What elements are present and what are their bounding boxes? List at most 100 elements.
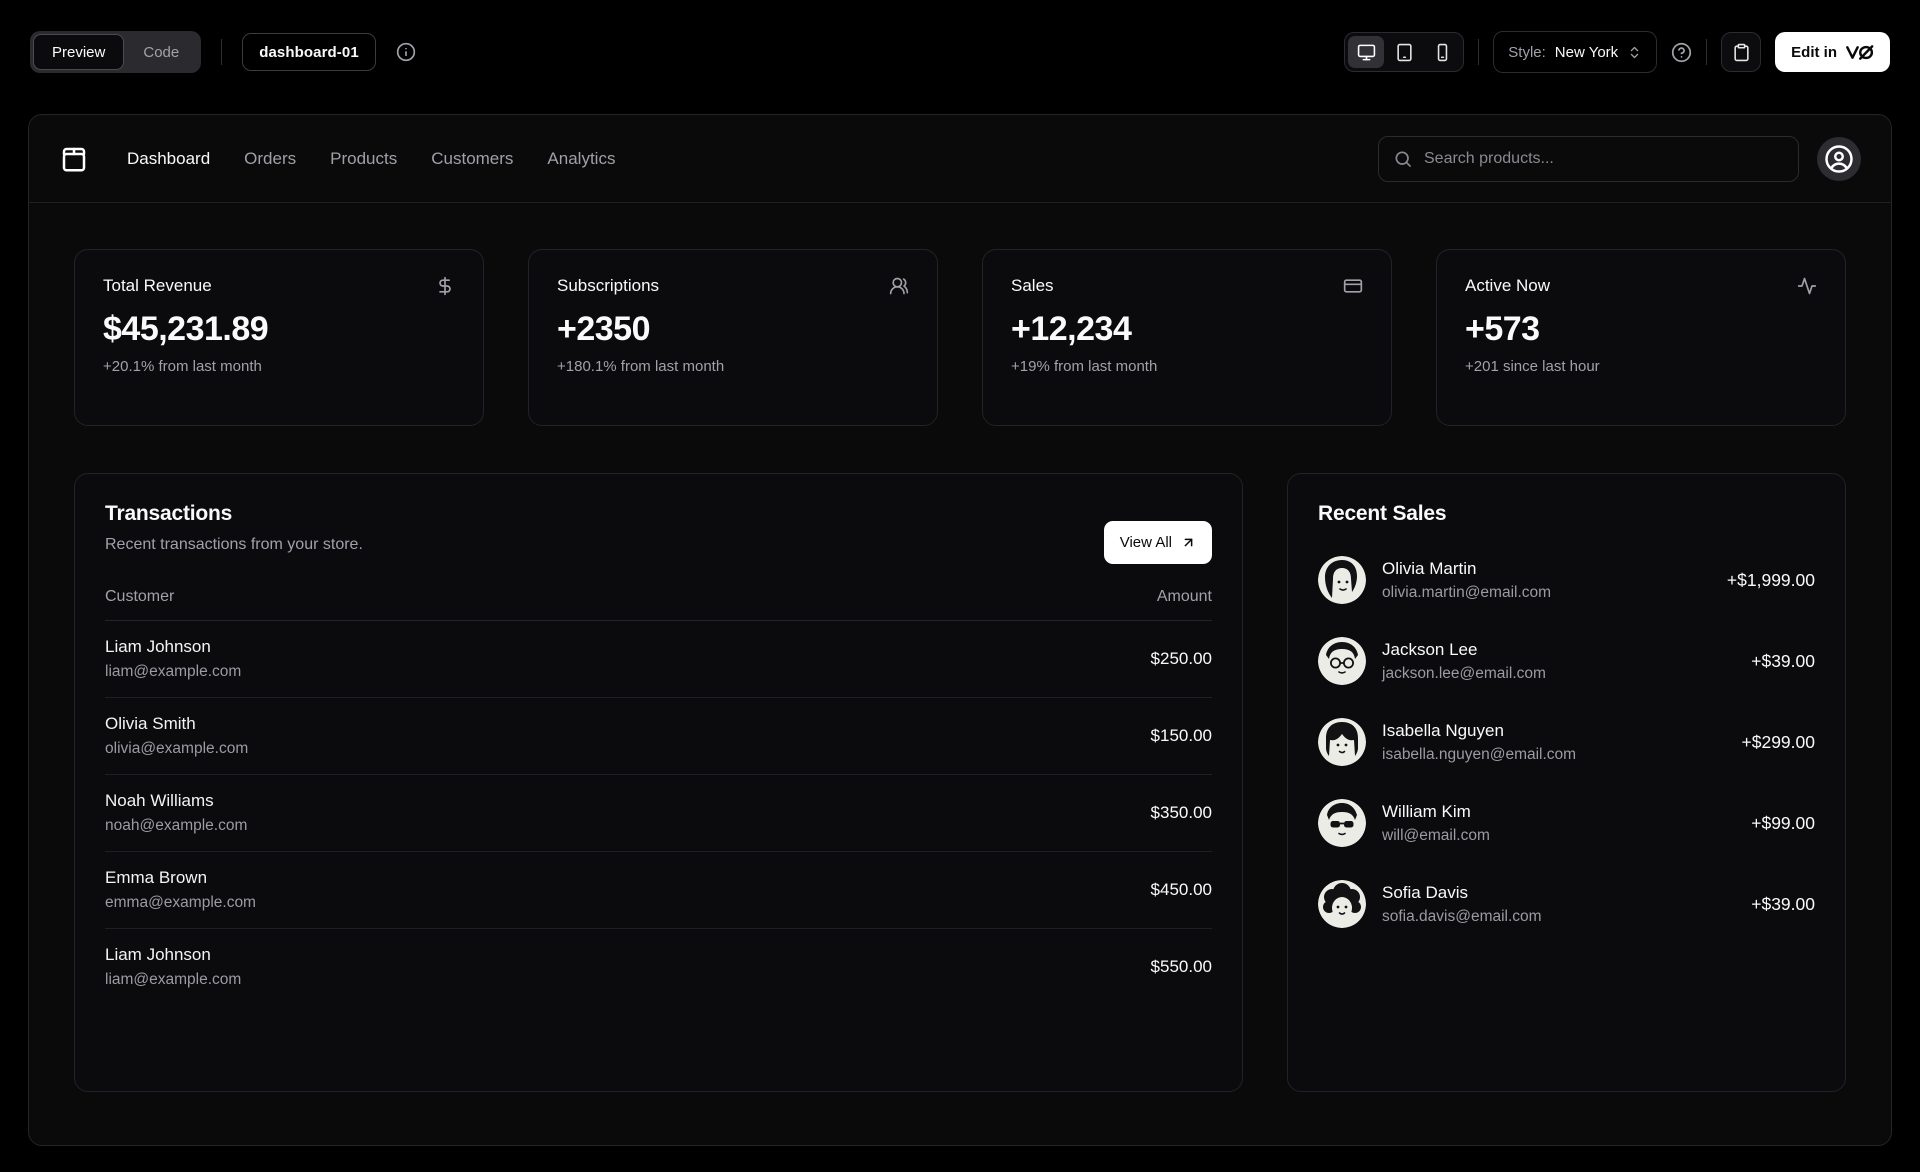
customer-email: emma@example.com [105, 894, 256, 911]
arrow-up-right-icon [1184, 538, 1193, 547]
nav-link-products[interactable]: Products [330, 149, 397, 169]
toolbar-right: Style: New York Edit in [1344, 31, 1890, 73]
stat-value: +12,234 [1011, 310, 1132, 348]
nav-link-customers[interactable]: Customers [431, 149, 513, 169]
transactions-card: Transactions Recent transactions from yo… [74, 473, 1243, 1092]
transactions-title: Transactions [105, 502, 233, 525]
stat-card-sales: Sales +12,234 +19% from last month [982, 249, 1392, 426]
table-header: Customer Amount [105, 588, 1212, 621]
tab-code[interactable]: Code [124, 34, 198, 70]
list-item: Isabella Nguyen isabella.nguyen@email.co… [1318, 718, 1815, 766]
transaction-amount: $250.00 [1150, 649, 1212, 668]
stat-title: Sales [1011, 276, 1054, 295]
search-input[interactable] [1424, 149, 1784, 168]
sale-amount: +$299.00 [1741, 731, 1815, 752]
view-mode-tabs: Preview Code [30, 31, 202, 73]
toolbar-separator [1478, 39, 1480, 65]
stat-title: Total Revenue [103, 276, 212, 295]
block-preview-frame: Dashboard Orders Products Customers Anal… [28, 114, 1892, 1146]
sale-name: William Kim [1382, 801, 1471, 821]
dashboard-content: Total Revenue $45,231.89 +20.1% from las… [29, 203, 1891, 1092]
customer-name: Emma Brown [105, 868, 208, 887]
copy-code-button[interactable] [1721, 32, 1762, 72]
avatar [1318, 637, 1366, 685]
search-icon [1395, 151, 1411, 167]
view-all-label: View All [1119, 534, 1172, 551]
desktop-view-button[interactable] [1348, 36, 1385, 68]
nav-link-orders[interactable]: Orders [244, 149, 296, 169]
sale-name: Sofia Davis [1382, 882, 1468, 902]
edit-in-v0-button[interactable]: Edit in [1775, 32, 1890, 72]
customer-name: Noah Williams [105, 791, 214, 810]
search-box [1378, 135, 1799, 182]
info-icon[interactable] [396, 42, 416, 62]
view-all-button[interactable]: View All [1103, 521, 1212, 564]
style-label: Style: [1508, 43, 1546, 61]
device-size-toggle [1344, 32, 1465, 72]
sale-amount: +$39.00 [1751, 893, 1815, 914]
style-select[interactable]: Style: New York [1493, 31, 1658, 73]
customer-name: Liam Johnson [105, 637, 211, 656]
v0-logo-icon [1845, 44, 1874, 60]
list-item: William Kim will@email.com +$99.00 [1318, 799, 1815, 847]
sale-name: Jackson Lee [1382, 639, 1478, 659]
stat-change: +20.1% from last month [103, 358, 262, 375]
stat-title: Subscriptions [557, 276, 660, 295]
transaction-amount: $350.00 [1150, 803, 1212, 822]
stat-change: +180.1% from last month [557, 358, 725, 375]
sale-amount: +$99.00 [1751, 812, 1815, 833]
tablet-view-button[interactable] [1386, 36, 1422, 68]
nav-link-analytics[interactable]: Analytics [547, 149, 615, 169]
stat-change: +19% from last month [1011, 358, 1158, 375]
sale-email: sofia.davis@email.com [1382, 907, 1542, 925]
column-amount: Amount [1156, 588, 1212, 605]
stat-value: $45,231.89 [103, 310, 269, 348]
sale-name: Olivia Martin [1382, 558, 1477, 578]
customer-email: liam@example.com [105, 663, 242, 680]
clipboard-icon [1734, 43, 1749, 61]
help-circle-icon[interactable] [1671, 42, 1692, 63]
stat-title: Active Now [1465, 276, 1551, 295]
main-nav: Dashboard Orders Products Customers Anal… [127, 149, 615, 169]
activity-icon [1797, 276, 1817, 296]
column-customer: Customer [105, 588, 175, 605]
table-row: Emma Brown emma@example.com $450.00 [105, 851, 1212, 928]
transaction-amount: $550.00 [1150, 957, 1212, 976]
toolbar-separator [1706, 39, 1708, 65]
user-circle-icon [1825, 144, 1853, 173]
smartphone-icon [1437, 43, 1448, 61]
sale-email: olivia.martin@email.com [1382, 583, 1552, 601]
tablet-icon [1397, 43, 1412, 61]
avatar [1318, 799, 1366, 847]
stat-value: +2350 [557, 310, 651, 348]
recent-sales-title: Recent Sales [1318, 502, 1447, 525]
viewer-toolbar: Preview Code dashboard-01 Style: New Yor… [30, 30, 1890, 74]
avatar [1318, 880, 1366, 928]
customer-email: noah@example.com [105, 817, 248, 834]
avatar [1318, 718, 1366, 766]
nav-link-dashboard[interactable]: Dashboard [127, 149, 210, 169]
sale-amount: +$39.00 [1751, 650, 1815, 671]
customer-email: olivia@example.com [105, 740, 249, 757]
transaction-amount: $450.00 [1150, 880, 1212, 899]
list-item: Sofia Davis sofia.davis@email.com +$39.0… [1318, 880, 1815, 928]
sales-list: Olivia Martin olivia.martin@email.com +$… [1318, 556, 1815, 928]
edit-in-label: Edit in [1791, 43, 1837, 61]
user-menu-button[interactable] [1817, 136, 1861, 181]
stat-card-total-revenue: Total Revenue $45,231.89 +20.1% from las… [74, 249, 484, 426]
mobile-view-button[interactable] [1424, 36, 1460, 68]
tab-preview[interactable]: Preview [33, 34, 125, 70]
recent-sales-card: Recent Sales Olivia Martin olivia.martin… [1287, 473, 1846, 1092]
transactions-subtitle: Recent transactions from your store. [105, 536, 363, 553]
customer-name: Liam Johnson [105, 945, 211, 964]
header-right [1378, 135, 1861, 182]
stat-value: +573 [1465, 310, 1540, 348]
toolbar-separator [221, 39, 223, 65]
dollar-sign-icon [435, 276, 455, 296]
list-item: Jackson Lee jackson.lee@email.com +$39.0… [1318, 637, 1815, 685]
sale-email: jackson.lee@email.com [1382, 664, 1546, 682]
transaction-amount: $150.00 [1150, 726, 1212, 745]
users-icon [889, 276, 909, 296]
store-logo[interactable] [59, 144, 89, 174]
chevrons-up-down-icon [1630, 46, 1639, 58]
